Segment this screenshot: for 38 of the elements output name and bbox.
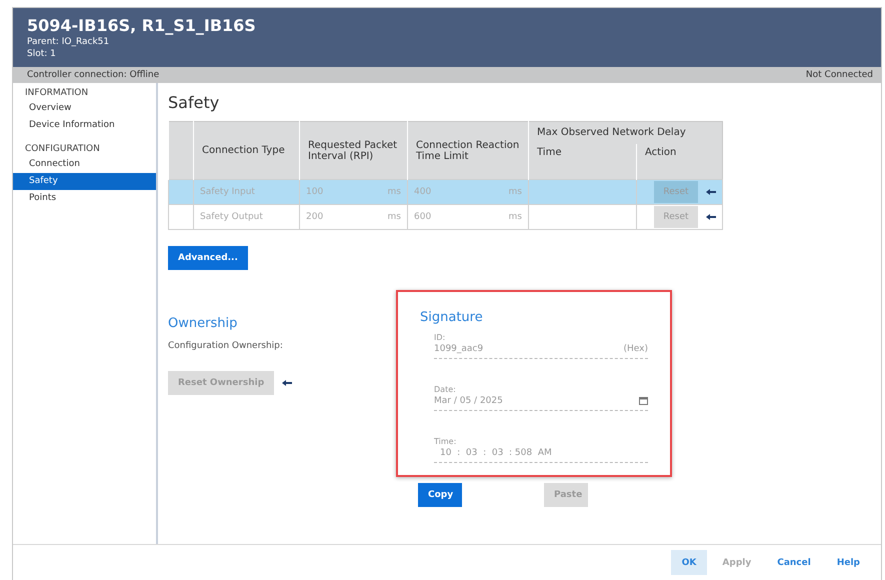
sidebar-item[interactable]: Points <box>13 190 156 207</box>
table-cell: 600 ms <box>408 204 528 230</box>
table-cell: 100 ms <box>300 180 408 204</box>
sidebar-group-label: CONFIGURATION <box>24 143 101 156</box>
sidebar-item[interactable]: Device Information <box>13 117 156 134</box>
section-title: Signature <box>420 310 484 325</box>
table-cell: Safety Input <box>194 180 300 204</box>
slot-label: Slot: 1 <box>27 48 57 60</box>
page-title: Safety <box>168 93 220 112</box>
copy-button[interactable]: Copy <box>418 483 462 507</box>
header-cell: Connection Type <box>194 122 300 180</box>
sidebar-item[interactable]: Overview <box>13 100 156 117</box>
sidebar-item[interactable]: Connection <box>13 156 156 173</box>
table-cell: 400 ms <box>408 180 528 204</box>
header-cell: Time <box>528 144 636 180</box>
module-title: 5094-IB16S, R1_S1_IB16S <box>27 16 257 36</box>
header-cell: Connection Reaction Time Limit <box>408 122 528 180</box>
table-cell: Safety Output <box>194 204 300 230</box>
time-field[interactable]: Time: 10 : 03 : 03 : 508 AM <box>434 437 648 463</box>
ownership-label: Configuration Ownership: <box>168 341 284 351</box>
footer-button[interactable]: Help <box>826 550 871 575</box>
header-cell: Requested Packet Interval (RPI) <box>300 122 408 180</box>
footer-button[interactable]: Cancel <box>766 550 822 575</box>
id-field[interactable]: ID: 1099_aac9 (Hex) <box>434 333 648 359</box>
reset-button[interactable]: Reset <box>654 206 698 228</box>
header-cell: Action <box>636 144 722 180</box>
connection-status: Controller connection: Offline <box>27 70 160 80</box>
table-row[interactable]: Safety Output 200 ms 600 ms Reset <box>168 204 722 230</box>
sidebar-item[interactable]: Safety <box>13 173 156 190</box>
sidebar-group-label: INFORMATION <box>24 87 90 100</box>
footer-button[interactable]: OK <box>670 550 708 575</box>
advanced-button[interactable]: Advanced... <box>168 246 248 270</box>
connected-status: Not Connected <box>806 70 873 80</box>
section-title: Ownership <box>168 316 238 331</box>
table-cell: 200 ms <box>300 204 408 230</box>
parent-label: Parent: IO_Rack51 <box>27 36 110 48</box>
date-field[interactable]: Date: Mar / 05 / 2025 <box>434 385 648 411</box>
header-cell: Max Observed Network Delay <box>528 122 722 144</box>
